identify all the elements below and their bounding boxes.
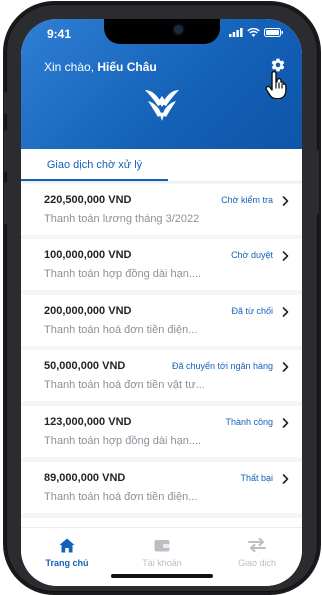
volume-up-button [4, 130, 7, 172]
wifi-icon [247, 28, 260, 37]
transaction-item[interactable]: 100,000,000 VND Thanh toán hợp đồng dài … [21, 239, 302, 290]
transaction-status: Đã chuyển tới ngân hàng [172, 361, 273, 371]
transaction-description: Thanh toán hợp đồng dài hạn.... [44, 435, 202, 447]
transaction-description: Thanh toán hợp đồng dài hạn.... [44, 268, 202, 280]
chevron-right-icon [282, 362, 289, 372]
nav-transactions[interactable]: Giao dịch [217, 536, 297, 568]
chevron-right-icon [282, 251, 289, 261]
home-indicator [111, 574, 213, 578]
brand-logo [145, 90, 179, 121]
signal-icon [229, 28, 243, 37]
transaction-status: Chờ duyệt [231, 250, 273, 260]
status-icons [229, 28, 284, 37]
chevron-right-icon [282, 418, 289, 428]
status-time: 9:41 [47, 27, 72, 41]
chevron-right-icon [282, 196, 289, 206]
user-name: Hiếu Châu [97, 60, 157, 74]
transaction-item[interactable]: 123,000,000 VND Thanh toán hợp đồng dài … [21, 406, 302, 457]
front-camera [174, 25, 183, 34]
nav-transactions-label: Giao dịch [237, 558, 277, 568]
transfer-icon [248, 538, 266, 552]
tab-bar: Giao dịch chờ xử lý [21, 149, 302, 182]
transaction-status: Thành công [225, 417, 273, 427]
transaction-status: Thất bại [240, 473, 273, 483]
transaction-amount: 220,500,000 VND [44, 194, 132, 206]
transaction-description: Thanh toán hoá đơn tiền vật tư... [44, 379, 205, 391]
home-icon [59, 538, 75, 552]
nav-account-label: Tài khoản [142, 558, 182, 568]
nav-home[interactable]: Trang chủ [27, 536, 107, 568]
nav-home-label: Trang chủ [45, 558, 89, 568]
volume-down-button [4, 182, 7, 224]
power-button [316, 150, 319, 214]
transaction-item[interactable]: 89,000,000 VND Thanh toán hoá đơn tiền đ… [21, 462, 302, 513]
transaction-status: Chờ kiểm tra [221, 195, 273, 205]
greeting-prefix: Xin chào, [44, 60, 98, 74]
transaction-amount: 50,000,000 VND [44, 360, 126, 372]
transaction-item[interactable]: 220,500,000 VND Thanh toán lương tháng 3… [21, 184, 302, 235]
battery-icon [264, 28, 283, 37]
chevron-right-icon [282, 307, 289, 317]
transaction-amount: 100,000,000 VND [44, 249, 132, 261]
chevron-right-icon [282, 474, 289, 484]
transaction-description: Thanh toán hoá đơn tiền điện... [44, 491, 198, 503]
nav-account[interactable]: Tài khoản [122, 536, 202, 568]
transaction-amount: 89,000,000 VND [44, 472, 126, 484]
transaction-item[interactable]: 200,000,000 VND Thanh toán hoá đơn tiền … [21, 295, 302, 346]
transaction-amount: 123,000,000 VND [44, 416, 132, 428]
wallet-icon [154, 539, 170, 551]
transaction-status: Đã từ chối [231, 306, 273, 316]
transaction-item[interactable]: 50,000,000 VND Thanh toán hoá đơn tiền v… [21, 350, 302, 401]
transaction-amount: 200,000,000 VND [44, 305, 132, 317]
greeting-text: Xin chào, Hiếu Châu [44, 60, 157, 74]
mute-switch [4, 92, 7, 114]
transaction-description: Thanh toán hoá đơn tiền điện... [44, 324, 198, 336]
hand-pointer-icon [265, 71, 287, 99]
device-notch [104, 19, 220, 44]
app-screen: 9:41 Xin chào, Hiếu Châu Giao dịch chờ x… [21, 19, 302, 586]
transaction-description: Thanh toán lương tháng 3/2022 [44, 213, 200, 225]
tab-pending-transactions[interactable]: Giao dịch chờ xử lý [21, 149, 168, 181]
